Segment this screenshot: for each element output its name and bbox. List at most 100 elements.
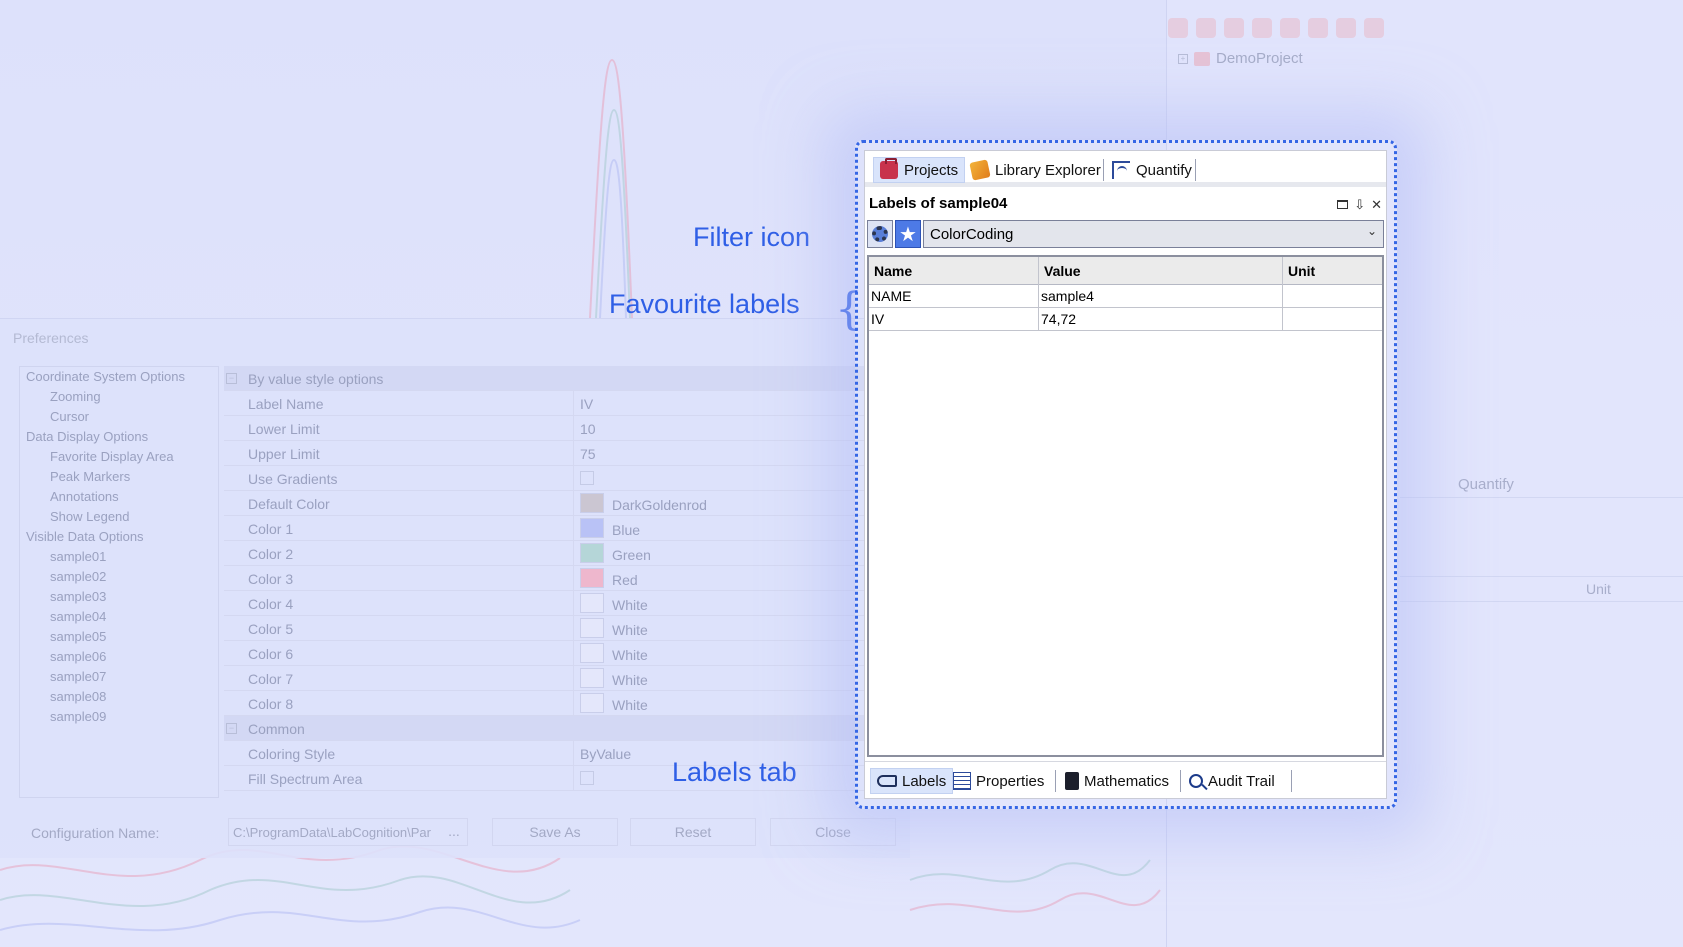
- cell-value[interactable]: sample4: [1039, 285, 1283, 308]
- color-swatch: [580, 543, 604, 563]
- tree-item: sample02: [50, 569, 107, 584]
- color-swatch: [580, 643, 604, 663]
- tab-audit-trail[interactable]: Audit Trail: [1183, 768, 1281, 794]
- preferences-footer: Configuration Name: C:\ProgramData\LabCo…: [0, 813, 910, 853]
- table-header: Name Value Unit: [869, 257, 1382, 285]
- preferences-tree: Coordinate System Options Zooming Cursor…: [19, 366, 219, 798]
- star-icon: ★: [899, 222, 917, 246]
- table-row[interactable]: NAME sample4: [869, 285, 1382, 308]
- background-quantify-tab: Quantify: [1400, 474, 1683, 498]
- cell-name[interactable]: NAME: [869, 285, 1039, 308]
- color-swatch: [580, 618, 604, 638]
- property-row: Default Color DarkGoldenrod: [224, 491, 910, 516]
- tree-item: Data Display Options: [26, 429, 149, 444]
- config-name-label: Configuration Name:: [31, 825, 160, 841]
- tree-item: Show Legend: [50, 509, 130, 524]
- expand-icon: +: [1178, 53, 1188, 64]
- labels-panel: Projects Library Explorer Quantify Label…: [864, 150, 1387, 799]
- collapse-icon: −: [226, 723, 237, 734]
- column-header-value[interactable]: Value: [1039, 257, 1283, 285]
- tree-item-demoproject: + DemoProject: [1178, 50, 1303, 67]
- table-row[interactable]: IV 74,72: [869, 308, 1382, 331]
- property-row: Color 2 Green: [224, 541, 910, 566]
- tab-separator: [1195, 159, 1196, 181]
- delete-icon: [1364, 18, 1384, 38]
- library-icon: [969, 159, 991, 181]
- tab-labels[interactable]: Labels: [870, 768, 954, 794]
- labels-table: Name Value Unit NAME sample4 IV 74,72: [867, 255, 1384, 757]
- filter-button[interactable]: [867, 220, 893, 248]
- property-row: Upper Limit 75: [224, 441, 910, 466]
- tree-item: Visible Data Options: [26, 529, 144, 544]
- gear-icon: [872, 226, 888, 242]
- category-by-value: − By value style options: [224, 366, 910, 391]
- paste-icon: [1308, 18, 1328, 38]
- property-row: Color 5 White: [224, 616, 910, 641]
- color-swatch: [580, 593, 604, 613]
- cell-unit[interactable]: [1283, 285, 1384, 308]
- cell-value[interactable]: 74,72: [1039, 308, 1283, 331]
- maximize-icon[interactable]: [1337, 200, 1349, 209]
- fill-spectrum-checkbox: [580, 771, 594, 785]
- pin-icon[interactable]: ⇩: [1354, 197, 1365, 213]
- chevron-down-icon: ⌄: [1366, 224, 1377, 238]
- tab-separator: [1180, 770, 1181, 792]
- add-project-icon: [1168, 18, 1188, 38]
- tree-item-label: DemoProject: [1216, 50, 1303, 67]
- property-row: Color 8 White: [224, 691, 910, 716]
- tab-quantify[interactable]: Quantify: [1106, 157, 1198, 183]
- color-swatch: [580, 518, 604, 538]
- tree-item: Zooming: [50, 389, 101, 404]
- tree-item: sample06: [50, 649, 107, 664]
- callout-favourite-labels: Favourite labels: [609, 289, 800, 319]
- property-row: Use Gradients: [224, 466, 910, 491]
- column-header-unit[interactable]: Unit: [1283, 257, 1384, 285]
- tree-item: Favorite Display Area: [50, 449, 174, 464]
- tree-item: Coordinate System Options: [26, 369, 185, 384]
- property-row: Color 3 Red: [224, 566, 910, 591]
- property-row: Color 7 White: [224, 666, 910, 691]
- tree-item: Annotations: [50, 489, 119, 504]
- tab-library-explorer[interactable]: Library Explorer: [965, 157, 1107, 183]
- panel-window-buttons: ⇩ ✕: [1337, 197, 1382, 213]
- bottom-tab-strip: Labels Properties Mathematics Audit Trai…: [865, 761, 1386, 798]
- tab-separator: [1291, 770, 1292, 792]
- tab-mathematics[interactable]: Mathematics: [1059, 768, 1175, 794]
- label-filter-select[interactable]: ColorCoding ⌄: [923, 220, 1384, 248]
- tree-item: Peak Markers: [50, 469, 131, 484]
- close-icon[interactable]: ✕: [1371, 197, 1382, 213]
- property-row: Color 6 White: [224, 641, 910, 666]
- column-header-name[interactable]: Name: [869, 257, 1039, 285]
- config-path-field: C:\ProgramData\LabCognition\Par: [228, 818, 468, 846]
- close-button: Close: [770, 818, 896, 846]
- tab-projects[interactable]: Projects: [873, 157, 966, 183]
- use-gradients-checkbox: [580, 471, 594, 485]
- tab-separator: [1103, 159, 1104, 181]
- callout-filter-icon: Filter icon: [693, 222, 811, 252]
- open-project-icon: [1196, 18, 1216, 38]
- tree-item: sample07: [50, 669, 107, 684]
- tab-properties[interactable]: Properties: [947, 768, 1050, 794]
- category-common: − Common: [224, 716, 910, 741]
- calculator-icon: [1065, 772, 1079, 790]
- save-as-button: Save As: [492, 818, 618, 846]
- add-folder-icon: [1252, 18, 1272, 38]
- filter-bar: ★ ColorCoding ⌄: [867, 220, 1384, 248]
- color-swatch: [580, 568, 604, 588]
- project-icon: [1194, 51, 1210, 66]
- tree-item: sample03: [50, 589, 107, 604]
- collapse-icon: −: [226, 373, 237, 384]
- cell-name[interactable]: IV: [869, 308, 1039, 331]
- panel-title: Labels of sample04: [869, 195, 1008, 212]
- property-row: Color 1 Blue: [224, 516, 910, 541]
- color-swatch: [580, 493, 604, 513]
- property-row: Fill Spectrum Area: [224, 766, 910, 791]
- color-swatch: [580, 668, 604, 688]
- callout-labels-tab: Labels tab: [672, 757, 797, 787]
- panel-header: Labels of sample04 ⇩ ✕: [865, 192, 1386, 218]
- tab-separator: [1055, 770, 1056, 792]
- top-tab-strip: Projects Library Explorer Quantify: [865, 151, 1386, 187]
- favourite-button[interactable]: ★: [895, 220, 921, 248]
- property-row: Lower Limit 10: [224, 416, 910, 441]
- cell-unit[interactable]: [1283, 308, 1384, 331]
